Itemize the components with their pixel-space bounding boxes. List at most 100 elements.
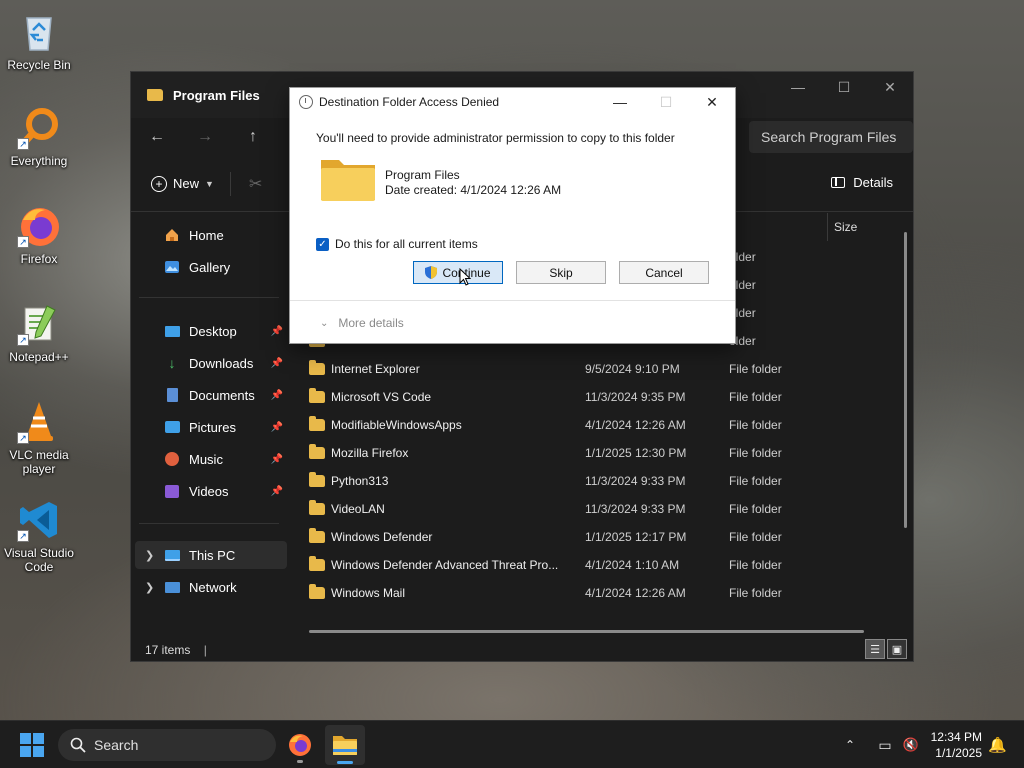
clock-date: 1/1/2025 [935,746,982,760]
table-row[interactable]: Microsoft VS Code 11/3/2024 9:35 PM File… [301,383,901,411]
file-date: 1/1/2025 12:30 PM [585,446,687,460]
clock[interactable]: 12:34 PM 1/1/2025 [931,729,982,761]
sidebar-item-home[interactable]: Home [135,221,287,249]
folder-icon [309,556,325,571]
search-input[interactable]: Search Program Files [749,121,913,153]
more-details-toggle[interactable]: ⌄ More details [320,316,404,330]
pictures-icon [163,419,181,435]
file-type: older [729,306,756,320]
forward-arrow-icon[interactable]: → [181,120,229,154]
access-denied-dialog: Destination Folder Access Denied — ☐ ✕ Y… [289,87,736,344]
sidebar-item-videos[interactable]: Videos 📌 [135,477,287,505]
display-icon[interactable]: ▭ [870,737,900,754]
dialog-minimize-button[interactable]: — [597,88,643,116]
explorer-tab-title: Program Files [173,87,260,103]
chevron-up-icon[interactable]: ⌃ [838,738,862,752]
table-row[interactable]: Mozilla Firefox 1/1/2025 12:30 PM File f… [301,439,901,467]
taskbar-search[interactable]: Search [58,729,276,761]
table-row[interactable]: Internet Explorer 9/5/2024 9:10 PM File … [301,355,901,383]
chevron-right-icon[interactable]: ❯ [145,549,154,562]
taskbar-firefox[interactable] [280,725,320,765]
status-bar: 17 items | [145,643,207,657]
details-view-icon[interactable]: ☰ [865,639,885,659]
chevron-right-icon[interactable]: ❯ [145,581,154,594]
skip-label: Skip [549,265,573,280]
sidebar-item-label: Network [189,579,237,595]
table-row[interactable]: Windows Defender Advanced Threat Pro... … [301,551,901,579]
taskbar-file-explorer[interactable] [325,725,365,765]
active-indicator [337,761,353,764]
desktop-icon-vscode[interactable]: ↗ Visual Studio Code [0,498,78,574]
dialog-close-button[interactable]: ✕ [689,88,735,116]
toolbar-divider [229,171,231,196]
folder-icon [309,584,325,599]
pin-icon[interactable]: 📌 [271,486,283,497]
file-type: older [729,250,756,264]
clock-icon [299,95,313,109]
sidebar-item-downloads[interactable]: ↓ Downloads 📌 [135,349,287,377]
desktop-icon-recycle-bin[interactable]: Recycle Bin [0,10,78,72]
sidebar-item-documents[interactable]: Documents 📌 [135,381,287,409]
file-type: File folder [729,446,782,460]
sidebar-item-label: Gallery [189,259,231,275]
scissors-icon[interactable]: ✂ [249,174,262,194]
checkmark-icon: ✓ [316,237,329,251]
horizontal-scrollbar[interactable] [309,630,864,633]
table-row[interactable]: Windows Mail 4/1/2024 12:26 AM File fold… [301,579,901,607]
desktop-icon-vlc[interactable]: ↗ VLC media player [0,400,78,476]
notification-area: 🔔 [988,721,1007,768]
dialog-titlebar: Destination Folder Access Denied — ☐ ✕ [290,88,735,116]
sidebar-item-pictures[interactable]: Pictures 📌 [135,413,287,441]
vertical-scrollbar[interactable] [904,232,907,528]
close-button[interactable]: ✕ [867,72,913,102]
tiles-view-icon[interactable]: ▣ [887,639,907,659]
file-name: ModifiableWindowsApps [331,418,462,432]
pin-icon[interactable]: 📌 [271,422,283,433]
chevron-down-icon: ▼ [205,178,214,189]
new-button[interactable]: + New ▼ [151,175,214,192]
back-arrow-icon[interactable]: ← [133,120,181,154]
file-date: 9/5/2024 9:10 PM [585,362,680,376]
minimize-button[interactable]: — [775,72,821,102]
sidebar-item-label: This PC [189,547,236,563]
pin-icon[interactable]: 📌 [271,454,283,465]
table-row[interactable]: ModifiableWindowsApps 4/1/2024 12:26 AM … [301,411,901,439]
sidebar-divider [139,297,279,298]
table-row[interactable]: VideoLAN 11/3/2024 9:33 PM File folder [301,495,901,523]
running-indicator [297,760,303,763]
apply-to-all-checkbox[interactable]: ✓ Do this for all current items [316,237,478,251]
column-header-size[interactable]: Size [827,213,907,241]
sidebar-item-gallery[interactable]: Gallery [135,253,287,281]
pin-icon[interactable]: 📌 [271,390,283,401]
skip-button[interactable]: Skip [516,261,606,284]
shortcut-arrow-icon: ↗ [17,334,29,346]
desktop-icon-label: Everything [10,154,68,168]
pin-icon[interactable]: 📌 [271,358,283,369]
file-type: File folder [729,558,782,572]
start-button[interactable] [20,733,44,757]
details-pane-button[interactable]: Details [831,175,893,190]
up-arrow-icon[interactable]: ↑ [229,120,277,154]
desktop-icon-notepad-plus-plus[interactable]: ↗ Notepad++ [0,302,78,364]
cancel-button[interactable]: Cancel [619,261,709,284]
sidebar-item-music[interactable]: Music 📌 [135,445,287,473]
notification-bell-icon[interactable]: 🔔 [988,736,1007,754]
sidebar-item-network[interactable]: ❯ Network [135,573,287,601]
sidebar-item-this-pc[interactable]: ❯ This PC [135,541,287,569]
desktop-icon-firefox[interactable]: ↗ Firefox [0,204,78,266]
desktop-icon [163,323,181,339]
pin-icon[interactable]: 📌 [271,326,283,337]
maximize-button[interactable]: ☐ [821,72,867,102]
checkbox-label: Do this for all current items [335,237,478,251]
shortcut-arrow-icon: ↗ [17,530,29,542]
continue-button[interactable]: Continue [413,261,503,284]
table-row[interactable]: Windows Defender 1/1/2025 12:17 PM File … [301,523,901,551]
table-row[interactable]: Python313 11/3/2024 9:33 PM File folder [301,467,901,495]
sidebar-item-desktop[interactable]: Desktop 📌 [135,317,287,345]
explorer-tab[interactable]: Program Files [139,80,299,110]
volume-muted-icon[interactable]: 🔇 [900,737,922,753]
file-date: 11/3/2024 9:33 PM [585,474,686,488]
desktop-icon-everything[interactable]: ↗ Everything [0,106,78,168]
videos-icon [163,483,181,499]
folder-icon [147,89,163,101]
